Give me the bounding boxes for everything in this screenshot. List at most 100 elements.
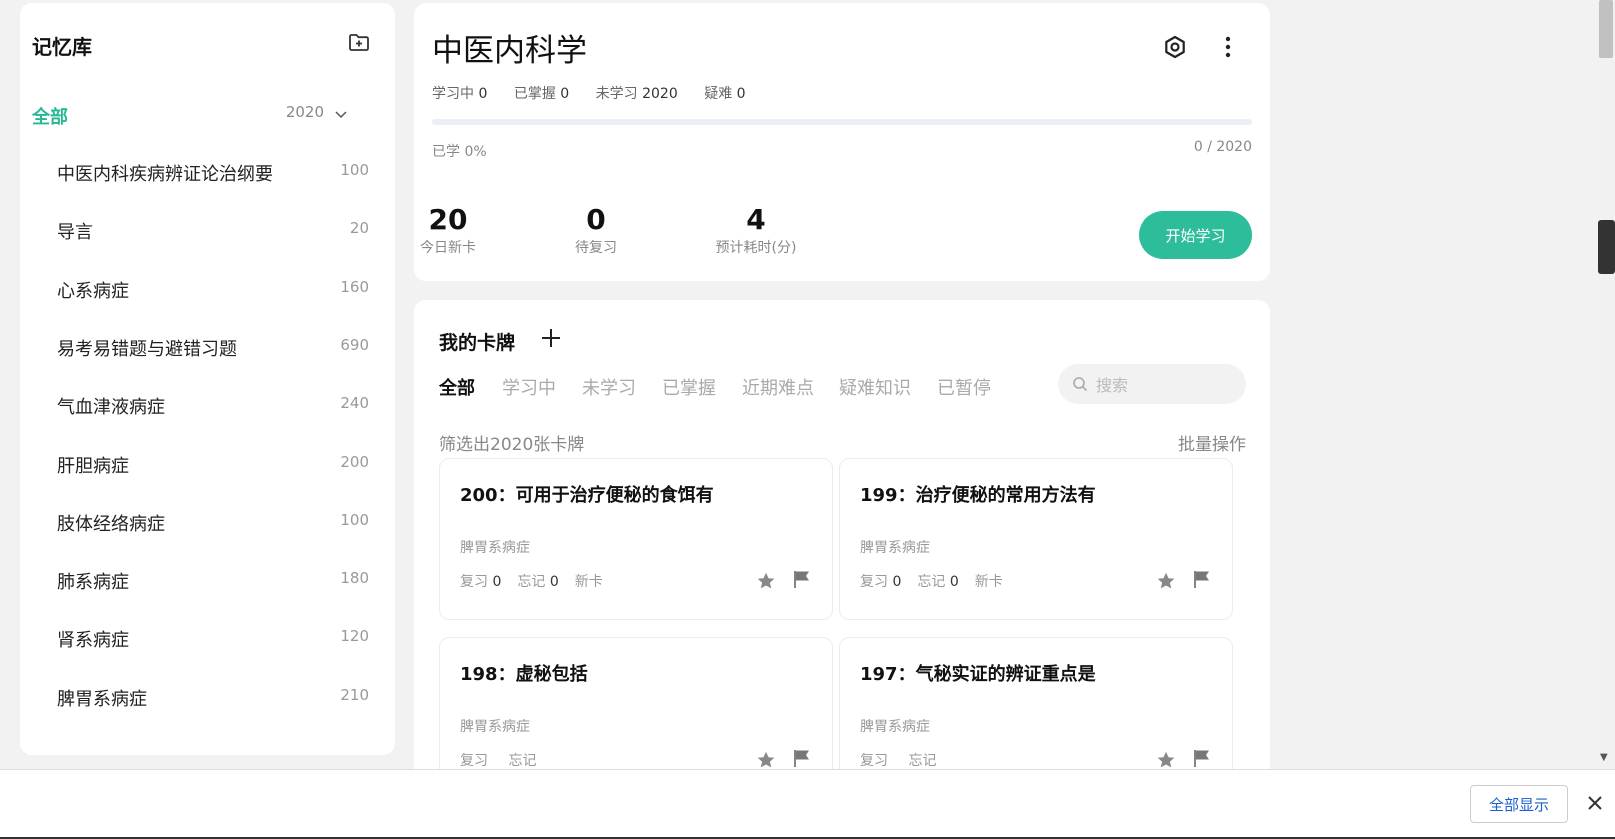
my-cards-panel: 我的卡牌 全部 学习中未学习已掌握近期难点疑难知识已暂停 筛选出2020张卡牌 批… — [414, 300, 1270, 780]
card-question: 200：可用于治疗便秘的食饵有 — [460, 485, 714, 506]
chevron-down-icon[interactable] — [332, 105, 350, 123]
card-category: 脾胃系病症 — [860, 719, 930, 735]
more-options-icon[interactable] — [1214, 33, 1242, 61]
scroll-down-arrow-icon[interactable]: ▼ — [1600, 752, 1608, 763]
flash-card[interactable]: 200：可用于治疗便秘的食饵有 脾胃系病症 复习 0 忘记 0 新卡 — [439, 458, 833, 620]
card-forget-count: 忘记 0 — [917, 574, 959, 590]
card-forget-count: 忘记 0 — [517, 574, 559, 590]
search-input[interactable] — [1094, 372, 1238, 398]
sidebar-item-label: 心系病症 — [57, 280, 129, 302]
card-review-count: 复习 0 — [860, 574, 902, 590]
stat-label: 预计耗时(分) — [715, 240, 797, 256]
sidebar-item[interactable]: 肢体经络病症 100 — [57, 505, 369, 539]
side-widget-handle[interactable] — [1598, 220, 1615, 274]
tab-filter[interactable]: 学习中 — [502, 374, 556, 400]
tab-filter[interactable]: 未学习 — [582, 374, 636, 400]
card-status: 新卡 — [574, 574, 603, 590]
learned-percent: 已学 0% — [432, 144, 487, 160]
stat-label: 今日新卡 — [420, 240, 476, 256]
card-question: 199：治疗便秘的常用方法有 — [860, 485, 1096, 506]
sidebar-item[interactable]: 脾胃系病症 210 — [57, 680, 369, 714]
flag-icon[interactable] — [792, 748, 812, 768]
sidebar-item[interactable]: 肝胆病症 200 — [57, 447, 369, 481]
scrollbar-thumb[interactable] — [1599, 0, 1613, 58]
flag-icon[interactable] — [1192, 748, 1212, 768]
sidebar-item-label: 脾胃系病症 — [57, 688, 147, 710]
page-scrollbar[interactable] — [1597, 0, 1615, 770]
stat-estimated-time: 4 预计耗时(分) — [696, 205, 816, 257]
card-footer: 复习 0 忘记 0 新卡 — [460, 571, 603, 591]
card-category: 脾胃系病症 — [460, 719, 530, 735]
stat-new-cards: 20 今日新卡 — [388, 205, 508, 257]
star-icon[interactable] — [756, 571, 776, 591]
progress-bar — [432, 119, 1252, 125]
sidebar-item[interactable]: 气血津液病症 240 — [57, 388, 369, 422]
card-forget-count: 忘记 — [908, 753, 937, 769]
flag-icon[interactable] — [1192, 569, 1212, 589]
sidebar-item-count: 20 — [349, 219, 369, 238]
tab-filter[interactable]: 疑难知识 — [839, 374, 911, 400]
card-review-count: 复习 — [860, 753, 888, 769]
star-icon[interactable] — [1156, 750, 1176, 770]
flash-card[interactable]: 198：虚秘包括脾胃系病症复习 忘记 — [439, 637, 833, 780]
search-icon — [1073, 377, 1088, 392]
star-icon[interactable] — [1156, 571, 1176, 591]
flash-card[interactable]: 197：气秘实证的辨证重点是脾胃系病症复习 忘记 — [839, 637, 1233, 780]
show-all-button[interactable]: 全部显示 — [1470, 785, 1568, 823]
tab-filter[interactable]: 已掌握 — [662, 374, 716, 400]
sidebar-item-all[interactable]: 全部 2020 — [32, 99, 362, 129]
stat-pending-review: 0 待复习 — [536, 205, 656, 257]
sidebar-item[interactable]: 中医内科疾病辨证论治纲要 100 — [57, 155, 369, 189]
sidebar-item-label: 气血津液病症 — [57, 397, 165, 419]
sidebar-item-label: 肝胆病症 — [57, 455, 129, 477]
sidebar-item-count: 180 — [340, 569, 369, 588]
my-cards-title: 我的卡牌 — [439, 332, 516, 354]
stat-value: 20 — [428, 203, 468, 236]
card-question: 197：气秘实证的辨证重点是 — [860, 664, 1096, 685]
meta-unlearned: 未学习 2020 — [595, 86, 678, 102]
sidebar-item-count: 690 — [340, 335, 369, 354]
sidebar-item[interactable]: 导言 20 — [57, 213, 369, 247]
add-folder-icon[interactable] — [347, 30, 371, 54]
card-footer: 复习 忘记 — [860, 750, 952, 770]
filtered-count-text: 筛选出2020张卡牌 — [439, 435, 585, 455]
stat-value: 4 — [746, 203, 766, 236]
sidebar-title: 记忆库 — [32, 35, 92, 59]
deck-meta: 学习中 0 已掌握 0 未学习 2020 疑难 0 — [432, 83, 768, 103]
card-review-count: 复习 — [460, 753, 488, 769]
flash-card[interactable]: 199：治疗便秘的常用方法有脾胃系病症复习 0 忘记 0 新卡 — [839, 458, 1233, 620]
sidebar-item[interactable]: 肺系病症 180 — [57, 563, 369, 597]
sidebar-item-label: 中医内科疾病辨证论治纲要 — [57, 164, 273, 185]
sidebar-item-count: 210 — [340, 685, 369, 704]
tab-filter[interactable]: 全部 — [439, 374, 475, 400]
sidebar-item-count: 100 — [340, 510, 369, 529]
card-footer: 复习 忘记 — [460, 750, 552, 770]
meta-learning: 学习中 0 — [432, 86, 488, 102]
stat-label: 待复习 — [575, 240, 617, 256]
sidebar-item[interactable]: 心系病症 160 — [57, 272, 369, 306]
tab-filter[interactable]: 已暂停 — [937, 374, 991, 400]
star-icon[interactable] — [756, 750, 776, 770]
target-settings-icon[interactable] — [1161, 33, 1189, 61]
flag-icon[interactable] — [792, 569, 812, 589]
card-status: 新卡 — [974, 574, 1003, 590]
close-icon[interactable] — [1584, 792, 1606, 814]
memory-bank-sidebar: 记忆库 全部 2020 中医内科疾病辨证论治纲要 100 导言 20 心系病症 160 易考… — [20, 3, 395, 755]
card-footer: 复习 0 忘记 0 新卡 — [860, 571, 1003, 591]
sidebar-item[interactable]: 肾系病症 120 — [57, 621, 369, 655]
add-card-icon[interactable] — [539, 326, 563, 350]
meta-mastered: 已掌握 0 — [513, 86, 570, 102]
sidebar-item-count: 160 — [340, 277, 369, 296]
card-question: 198：虚秘包括 — [460, 664, 588, 685]
card-category: 脾胃系病症 — [860, 540, 930, 556]
progress-count: 0 / 2020 — [1193, 139, 1252, 155]
download-bar: 全部显示 — [0, 769, 1615, 839]
sidebar-item-label: 易考易错题与避错习题 — [57, 338, 237, 360]
batch-operation-link[interactable]: 批量操作 — [1178, 430, 1246, 455]
tab-filter[interactable]: 近期难点 — [742, 374, 814, 400]
card-search-box[interactable] — [1058, 364, 1246, 404]
stat-value: 0 — [586, 203, 606, 236]
start-learning-button[interactable]: 开始学习 — [1139, 211, 1252, 259]
sidebar-item-label: 导言 — [57, 222, 93, 244]
sidebar-item[interactable]: 易考易错题与避错习题 690 — [57, 330, 369, 364]
